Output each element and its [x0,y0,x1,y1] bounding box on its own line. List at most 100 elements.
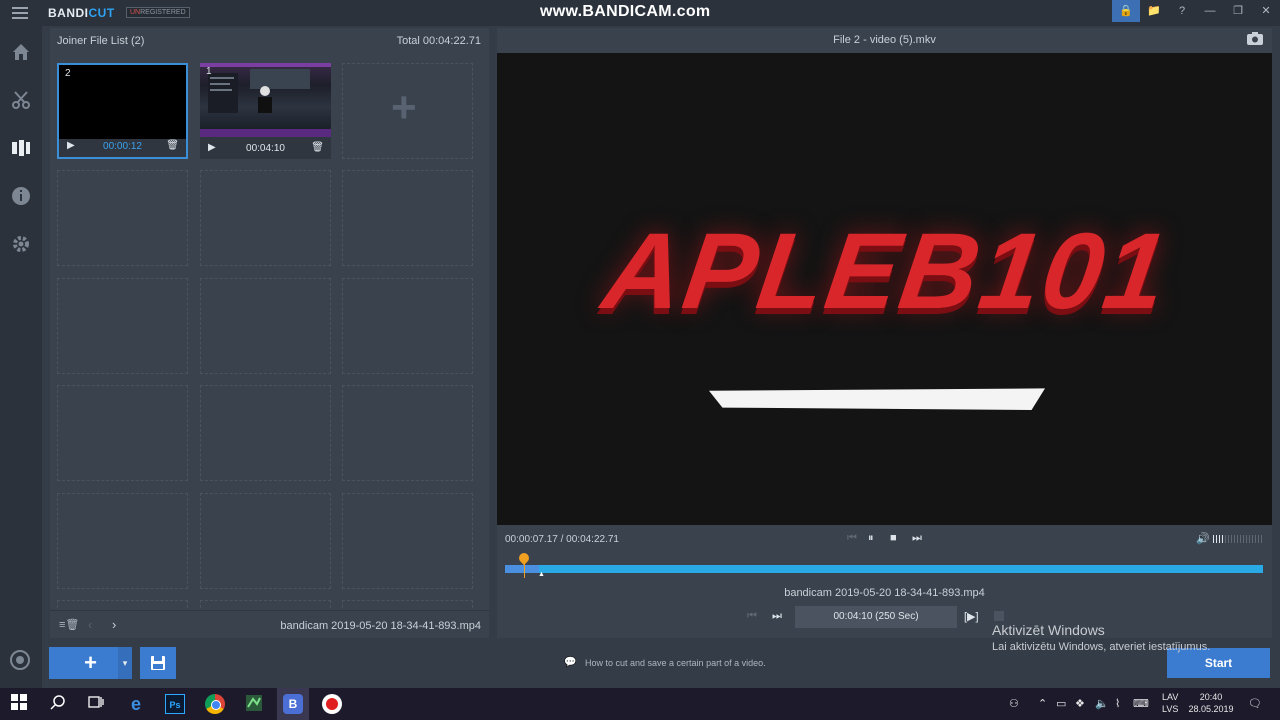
trash-icon[interactable]: 🗑 [166,140,179,151]
video-preview[interactable]: APLEB101 [497,53,1272,525]
info-icon[interactable] [10,186,32,208]
folder-icon[interactable]: 📁 [1140,0,1168,22]
windows-start-icon[interactable] [9,694,29,714]
pause-icon[interactable]: ⏸ [868,532,874,545]
segment-controls: ⏮ ⏭ 00:04:10 (250 Sec) [▶] [747,606,1027,628]
segment-duration: 00:04:10 (250 Sec) [795,606,957,628]
empty-slot [200,278,331,374]
stop-icon[interactable]: ■ [890,532,897,544]
title-bar: BANDICUT UNREGISTERED www.BANDICAM.com 🔒… [0,0,1280,26]
task-view-icon[interactable] [86,694,106,714]
record-status-icon[interactable] [10,650,30,670]
network-icon[interactable]: ⌇ [1115,697,1120,710]
sidebar [0,26,42,688]
segment-option-box[interactable] [994,611,1004,621]
preview-header: File 2 - video (5).mkv [497,28,1272,52]
segment-next-icon[interactable]: ⏭ [772,610,782,623]
photoshop-icon[interactable]: Ps [165,694,185,714]
notifications-icon[interactable]: 🗨 [1248,697,1262,710]
clip-bar: ▶ 00:00:12 🗑 [59,137,186,157]
empty-slot [57,493,188,589]
segment-marker-icon[interactable]: ▲ [538,571,545,578]
add-dropdown-chevron-icon[interactable]: ▾ [118,647,132,679]
join-icon[interactable] [10,138,32,160]
joiner-footer: ≡🗑 ‹ › bandicam 2019-05-20 18-34-41-893.… [50,610,489,638]
clip-number: 2 [65,68,71,79]
people-icon[interactable]: ⚇ [1009,697,1019,710]
timeline-bar[interactable]: ▲ [505,550,1263,578]
trash-icon[interactable]: 🗑 [311,142,324,153]
editor-app-icon[interactable] [244,694,264,714]
dropbox-icon[interactable]: ❖ [1075,697,1085,710]
chevron-left-icon[interactable]: ‹ [88,617,92,632]
cut-icon[interactable] [10,90,32,112]
tip-chat-icon: 💬 [564,657,577,668]
minimize-button[interactable]: — [1196,0,1224,22]
joiner-file-list-panel: Joiner File List (2) Total 00:04:22.71 2… [50,28,489,638]
empty-slot [200,493,331,589]
help-icon[interactable]: ? [1168,0,1196,22]
empty-slot [200,600,331,608]
clip-item[interactable]: 2 ▶ 00:00:12 🗑 [57,63,188,159]
empty-slot [200,170,331,266]
chrome-icon[interactable] [205,694,225,714]
bandicut-taskbar-icon[interactable]: B [283,694,303,714]
joiner-title: Joiner File List (2) [57,35,145,47]
joiner-total-duration: Total 00:04:22.71 [396,35,481,47]
clip-thumbnail [59,65,186,139]
bandicam-record-icon[interactable] [322,694,342,714]
clear-list-icon[interactable]: ≡🗑 [59,618,79,631]
video-frame-text: APLEB101 [596,210,1176,331]
settings-gear-icon[interactable] [10,234,32,256]
windows-activation-title: Aktivizēt Windows [992,622,1105,638]
video-frame-graphic [709,388,1045,410]
keyboard-icon[interactable]: ⌨ [1133,697,1149,710]
battery-icon[interactable]: ▭ [1056,697,1066,710]
joiner-header: Joiner File List (2) Total 00:04:22.71 [50,28,489,52]
add-plus-icon: + [391,83,417,132]
empty-slot [57,170,188,266]
segment-prev-icon[interactable]: ⏮ [747,610,757,623]
camera-icon[interactable] [1247,32,1263,48]
tip-text[interactable]: How to cut and save a certain part of a … [585,658,766,668]
volume-icon[interactable]: 🔊 [1196,532,1210,545]
empty-slot [342,600,473,608]
edge-browser-icon[interactable]: e [126,694,146,714]
next-frame-icon[interactable]: ⏭ [912,532,922,545]
language-indicator[interactable]: LAV LVS [1162,691,1178,715]
home-icon[interactable] [10,42,32,64]
clip-thumbnail [200,63,331,137]
playback-controls: 00:00:07.17 / 00:04:22.71 ⏮ ⏸ ■ ⏭ 🔊 [497,525,1272,553]
chevron-right-icon[interactable]: › [112,617,116,632]
previous-frame-icon[interactable]: ⏮ [847,532,857,545]
system-clock[interactable]: 20:40 28.05.2019 [1188,691,1234,715]
segment-file-name: bandicam 2019-05-20 18-34-41-893.mp4 [784,587,985,599]
windows-activation-subtitle: Lai aktivizētu Windows, atveriet iestatī… [992,641,1211,653]
clip-grid: 2 ▶ 00:00:12 🗑 1 ▶ 00:04:10 🗑 + [57,63,477,608]
app-logo: BANDICUT [48,6,115,20]
empty-slot [342,385,473,481]
empty-slot [342,170,473,266]
set-segment-icon[interactable]: [▶] [964,610,979,623]
bandicut-window: BANDICUT UNREGISTERED www.BANDICAM.com 🔒… [0,0,1280,688]
empty-slot [200,385,331,481]
playhead-handle[interactable] [516,550,532,566]
preview-panel: File 2 - video (5).mkv APLEB101 00:00:07… [497,28,1272,638]
time-display: 00:00:07.17 / 00:04:22.71 [505,534,619,545]
unregistered-badge[interactable]: UNREGISTERED [126,7,190,18]
lock-icon[interactable]: 🔒 [1112,0,1140,22]
clip-item[interactable]: 1 ▶ 00:04:10 🗑 [200,63,331,159]
search-icon[interactable] [48,694,68,714]
speaker-icon[interactable]: 🔈 [1095,697,1109,710]
hamburger-menu-icon[interactable] [12,7,28,19]
volume-slider[interactable] [1213,535,1263,543]
bandicam-watermark: www.BANDICAM.com [540,3,711,20]
close-button[interactable]: ✕ [1252,0,1280,22]
chevron-up-icon[interactable]: ⌃ [1038,697,1047,710]
window-controls: 🔒 📁 ? — ❐ ✕ [1112,0,1280,22]
maximize-button[interactable]: ❐ [1224,0,1252,22]
empty-slot [57,278,188,374]
timeline-played [505,565,539,573]
add-clip-slot[interactable]: + [342,63,473,159]
save-icon[interactable] [140,647,176,679]
